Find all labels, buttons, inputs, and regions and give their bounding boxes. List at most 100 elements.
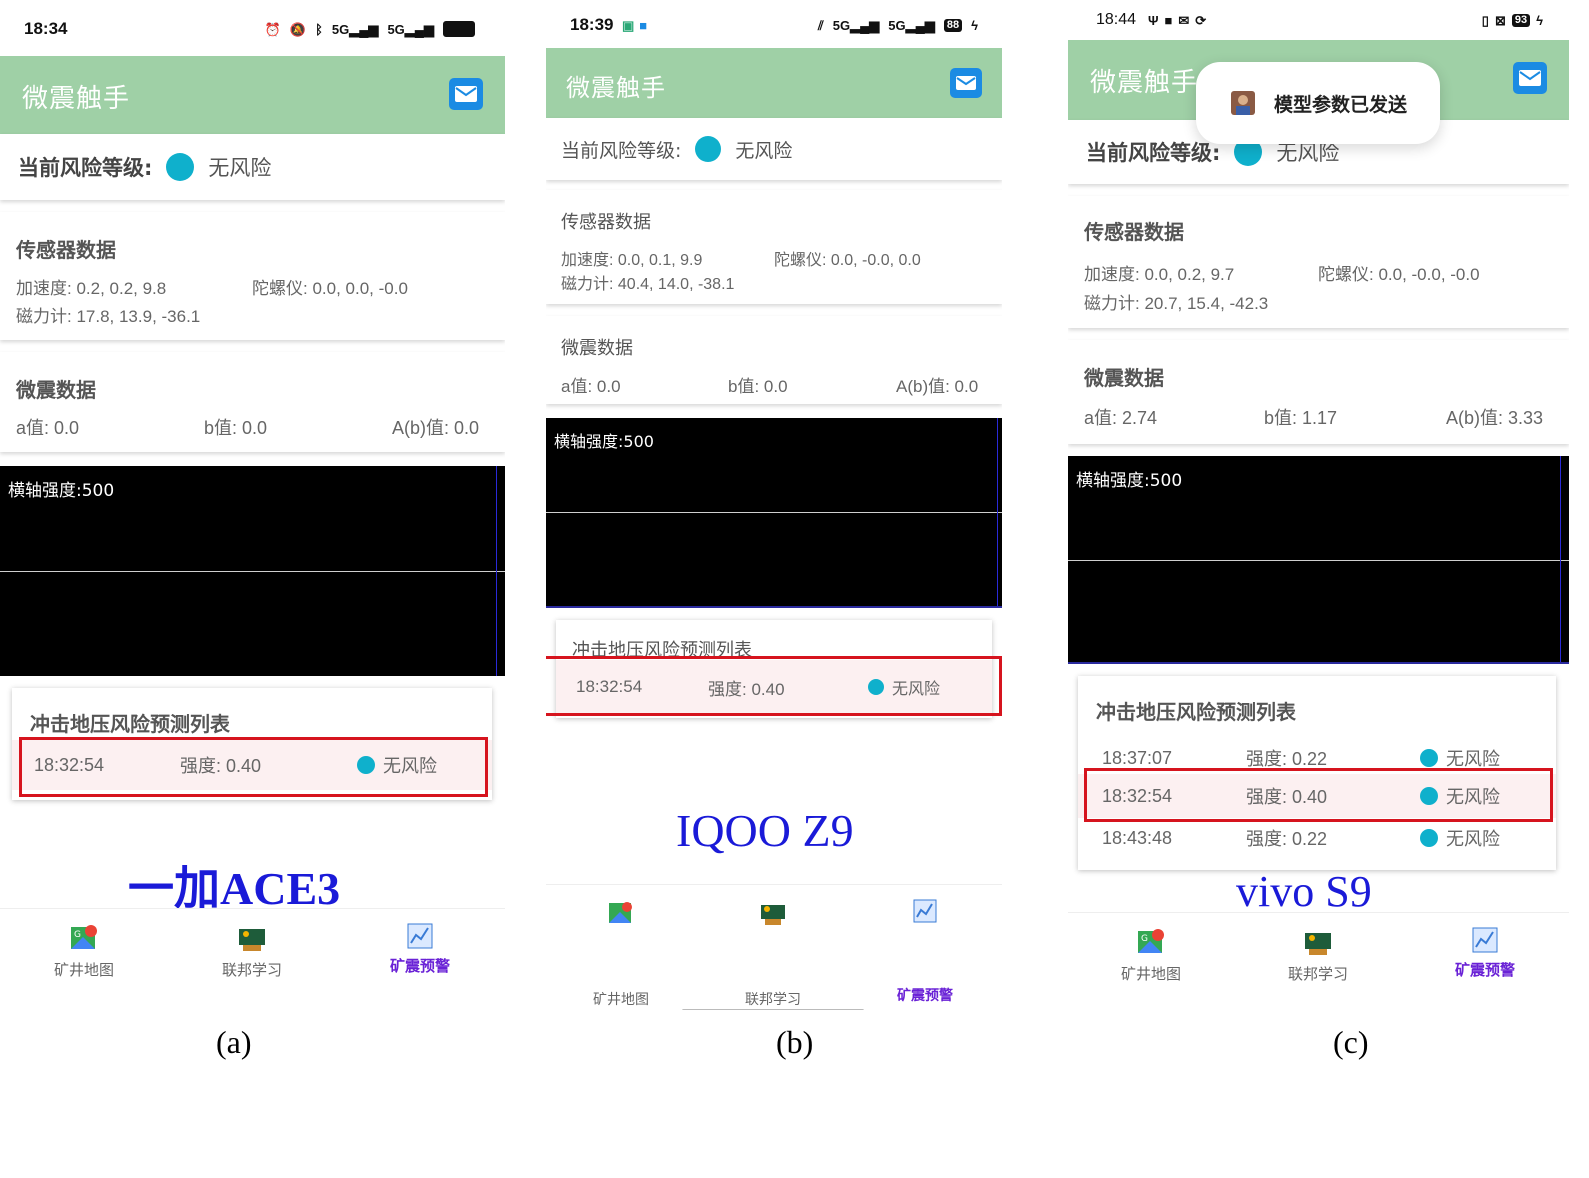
charging-icon: ϟ xyxy=(971,17,978,33)
figure-label: (c) xyxy=(1333,1024,1369,1060)
signal-icon: ⫽ xyxy=(817,17,824,33)
chart-label: 横轴强度:500 xyxy=(1076,471,1183,491)
risk-dot-icon xyxy=(1420,829,1438,847)
mail-icon: ✉ xyxy=(1178,12,1190,28)
chart-bottom-line xyxy=(1068,662,1569,664)
nav-federated-learning[interactable]: 联邦学习 xyxy=(197,923,307,980)
prediction-strength: 强度: 0.22 xyxy=(1246,829,1328,849)
close-box-icon: ⊠ xyxy=(1494,12,1506,28)
battery-icon xyxy=(443,21,475,37)
b-value: b值: 1.17 xyxy=(1264,408,1338,428)
nav-label: 联邦学习 xyxy=(1287,965,1348,983)
nav-label: 矿井地图 xyxy=(1120,965,1181,983)
risk-level-value: 无风险 xyxy=(208,156,272,180)
nav-mine-map[interactable]: G 矿井地图 xyxy=(1096,927,1206,984)
nav-label: 矿井地图 xyxy=(593,992,649,1008)
highlight-box xyxy=(1084,768,1553,822)
accel-value: 加速度: 0.0, 0.1, 9.9 xyxy=(561,252,703,269)
chart-baseline xyxy=(0,571,505,572)
map-icon: G xyxy=(1138,929,1164,953)
app-title: 微震触手 xyxy=(22,84,131,114)
charging-icon: ϟ xyxy=(1536,12,1543,28)
nav-mine-map[interactable]: G 矿井地图 xyxy=(29,923,139,980)
app-title: 微震触手 xyxy=(1090,68,1199,98)
nav-label: 联邦学习 xyxy=(221,961,282,979)
risk-level-label: 当前风险等级: xyxy=(18,156,153,180)
nav-quake-warning[interactable]: 矿震预警 xyxy=(1430,927,1540,980)
nav-quake-warning[interactable]: 矿震预警 xyxy=(365,923,475,976)
status-time: 18:44 xyxy=(1096,11,1137,28)
map-icon: G xyxy=(71,925,97,949)
gyro-value: 陀螺仪: 0.0, 0.0, -0.0 xyxy=(252,279,408,298)
mag-value: 磁力计: 20.7, 15.4, -42.3 xyxy=(1084,294,1269,313)
alarm-icon: ⏰ xyxy=(264,21,281,37)
mag-value: 磁力计: 17.8, 13.9, -36.1 xyxy=(16,307,201,326)
mail-button[interactable] xyxy=(1513,62,1547,94)
ab-value: A(b)值: 0.0 xyxy=(392,418,480,438)
status-bar: 18:34 ⏰ 🔕 ᛒ 5G▂▄▆ 5G▂▄▆ xyxy=(0,14,505,44)
status-bar: 18:39 ⫽ 5G▂▄▆ 5G▂▄▆ 88 ϟ ▣ ■ xyxy=(546,10,1002,40)
mail-button[interactable] xyxy=(950,68,982,98)
chart-icon xyxy=(407,923,433,949)
nav-mine-map[interactable]: 矿井地图 xyxy=(566,899,676,1009)
status-time: 18:34 xyxy=(24,19,68,38)
phone-screen-a: 18:34 ⏰ 🔕 ᛒ 5G▂▄▆ 5G▂▄▆ 微震触手 当前风险等级: 无风险… xyxy=(0,0,505,1010)
prediction-list-title: 冲击地压风险预测列表 xyxy=(30,712,230,736)
accel-value: 加速度: 0.2, 0.2, 9.8 xyxy=(16,279,167,298)
home-indicator xyxy=(682,1009,864,1010)
mail-icon xyxy=(956,76,976,90)
status-time: 18:39 xyxy=(570,15,614,34)
highlight-box xyxy=(19,737,488,797)
nav-label: 矿震预警 xyxy=(389,957,450,975)
sync-icon: ⟳ xyxy=(1195,12,1207,28)
risk-dot-icon xyxy=(1420,749,1438,767)
sensor-data-card: 传感器数据 加速度: 0.0, 0.1, 9.9 陀螺仪: 0.0, -0.0,… xyxy=(546,190,1002,304)
5g-signal-icon: 5G▂▄▆ xyxy=(387,21,434,37)
battery-icon: 93 xyxy=(1511,13,1531,27)
device-label: vivo S9 xyxy=(1236,867,1372,916)
nav-federated-learning[interactable]: 联邦学习 xyxy=(1263,927,1373,984)
chart-cursor-line xyxy=(1560,456,1561,664)
usb-icon: Ψ xyxy=(1148,12,1159,28)
risk-dot-icon xyxy=(166,153,195,181)
nav-quake-warning[interactable]: 矿震预警 xyxy=(870,899,980,1005)
battery-icon: 88 xyxy=(943,18,963,32)
chart-cursor-line xyxy=(997,418,998,608)
video-icon: ■ xyxy=(1164,12,1173,28)
prediction-risk: 无风险 xyxy=(1446,829,1500,849)
prediction-row[interactable]: 18:43:48 强度: 0.22 无风险 xyxy=(1078,818,1556,858)
a-value: a值: 0.0 xyxy=(561,377,621,396)
b-value: b值: 0.0 xyxy=(204,418,268,438)
camera-icon: ■ xyxy=(639,17,648,33)
ab-value: A(b)值: 0.0 xyxy=(896,377,979,396)
micro-title: 微震数据 xyxy=(561,338,633,359)
svg-text:G: G xyxy=(1141,934,1148,944)
risk-dot-icon xyxy=(695,136,722,162)
risk-level-label: 当前风险等级: xyxy=(561,139,682,162)
highlight-box xyxy=(546,656,1002,716)
5g-signal-icon: 5G▂▄▆ xyxy=(331,21,379,37)
chart-icon xyxy=(1472,927,1498,953)
gyro-value: 陀螺仪: 0.0, -0.0, 0.0 xyxy=(774,252,921,269)
micro-title: 微震数据 xyxy=(1084,366,1164,390)
micro-data-card: 微震数据 a值: 0.0 b值: 0.0 A(b)值: 0.0 xyxy=(546,316,1002,404)
chart-cursor-line xyxy=(496,466,497,676)
svg-text:G: G xyxy=(74,930,81,940)
chart-baseline xyxy=(1068,560,1569,561)
app-title: 微震触手 xyxy=(566,74,666,102)
5g-signal-icon: 5G▂▄▆ xyxy=(832,17,880,33)
nav-federated-learning[interactable]: 联邦学习 xyxy=(718,899,828,1009)
classroom-icon xyxy=(1305,933,1331,955)
sensor-title: 传感器数据 xyxy=(16,238,116,262)
mail-button[interactable] xyxy=(449,78,483,110)
app-avatar-icon xyxy=(1231,91,1255,115)
5g-signal-icon: 5G▂▄▆ xyxy=(888,17,935,33)
chart-label: 横轴强度:500 xyxy=(8,481,115,501)
chart-baseline xyxy=(546,512,1002,513)
risk-level-card: 当前风险等级: 无风险 xyxy=(0,134,505,200)
toast-text: 模型参数已发送 xyxy=(1274,93,1408,116)
chart-label: 横轴强度:500 xyxy=(554,432,654,451)
bottom-nav: 矿井地图 联邦学习 矿震预警 xyxy=(546,884,1002,1010)
mag-value: 磁力计: 40.4, 14.0, -38.1 xyxy=(561,276,735,293)
waveform-chart: 横轴强度:500 xyxy=(546,418,1002,608)
